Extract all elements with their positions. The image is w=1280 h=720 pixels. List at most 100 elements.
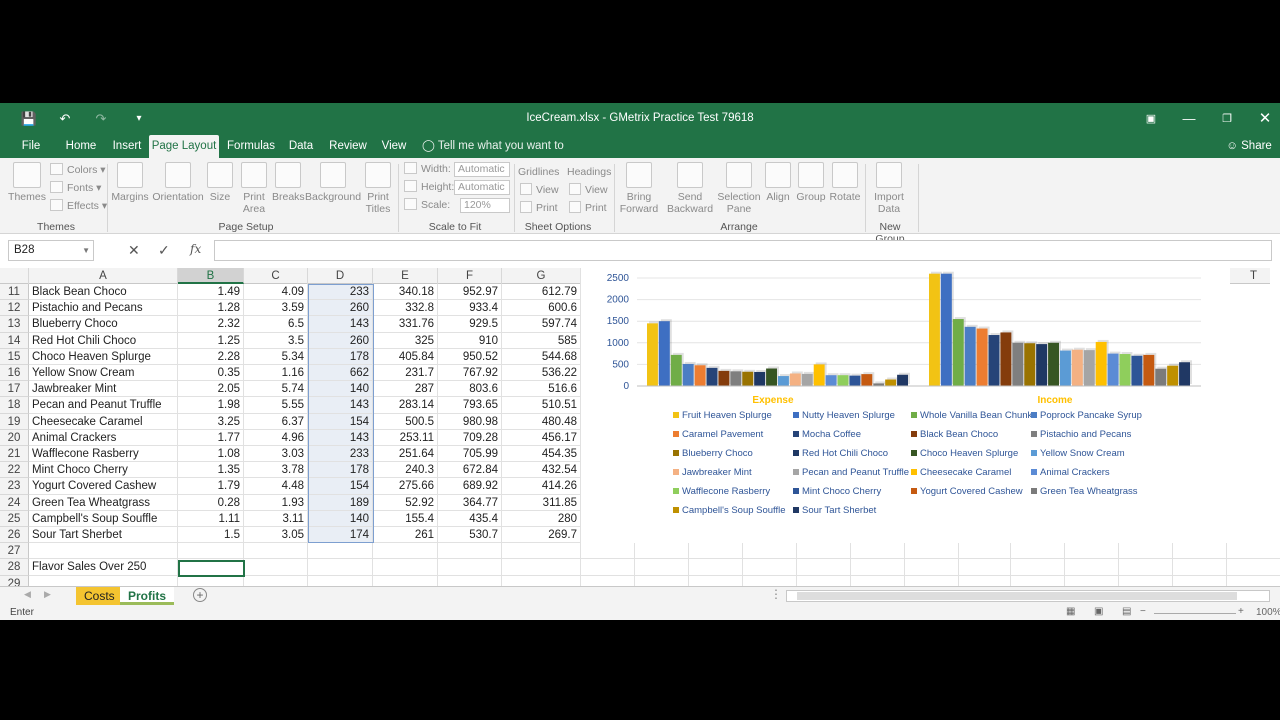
row-header[interactable]: 23 bbox=[0, 478, 29, 495]
insert-function-icon[interactable]: fx bbox=[190, 242, 201, 256]
cell-a[interactable]: Pecan and Peanut Truffle bbox=[29, 397, 178, 414]
cell-c[interactable]: 4.09 bbox=[244, 284, 308, 301]
cell-a[interactable]: Green Tea Wheatgrass bbox=[29, 494, 178, 511]
share-button[interactable]: ☺ Share bbox=[1226, 135, 1272, 158]
chevron-down-icon[interactable]: ▼ bbox=[82, 241, 90, 260]
cell-c[interactable]: 1.16 bbox=[244, 365, 308, 382]
cell-e[interactable]: 500.5 bbox=[373, 413, 438, 430]
name-box[interactable]: B28 ▼ bbox=[8, 240, 94, 261]
cell-c[interactable]: 5.34 bbox=[244, 348, 308, 365]
cell-a[interactable]: Yellow Snow Cream bbox=[29, 365, 178, 382]
headings-print-checkbox[interactable]: Print bbox=[569, 200, 607, 216]
colors-button[interactable]: Colors ▾ bbox=[50, 162, 106, 178]
row-header[interactable]: 19 bbox=[0, 413, 29, 430]
cell-c[interactable]: 5.55 bbox=[244, 397, 308, 414]
cell-b[interactable]: 0.35 bbox=[178, 365, 244, 382]
column-header-b[interactable]: B bbox=[178, 268, 244, 284]
selection-pane-button[interactable]: Selection Pane bbox=[716, 162, 762, 215]
restore-icon[interactable]: ❐ bbox=[1218, 110, 1236, 128]
cell-e[interactable]: 240.3 bbox=[373, 462, 438, 479]
fonts-button[interactable]: Fonts ▾ bbox=[50, 180, 101, 196]
cell-f[interactable]: 980.98 bbox=[438, 413, 502, 430]
tab-view[interactable]: View bbox=[377, 135, 411, 158]
cell-f[interactable]: 767.92 bbox=[438, 365, 502, 382]
cell-d[interactable]: 178 bbox=[308, 462, 373, 479]
cell-b[interactable]: 1.25 bbox=[178, 332, 244, 349]
sheet-tab-profits[interactable]: Profits bbox=[120, 587, 175, 605]
cell-d[interactable] bbox=[308, 543, 373, 560]
cell-f[interactable]: 530.7 bbox=[438, 527, 502, 544]
close-icon[interactable]: ✕ bbox=[1256, 110, 1274, 128]
page-break-view-icon[interactable]: ▤ bbox=[1122, 606, 1131, 617]
formula-input[interactable] bbox=[214, 240, 1272, 261]
cell-g[interactable]: 414.26 bbox=[502, 478, 581, 495]
print-area-button[interactable]: Print Area bbox=[238, 162, 270, 215]
column-header-t[interactable]: T bbox=[1227, 268, 1280, 284]
tab-page-layout[interactable]: Page Layout bbox=[149, 135, 219, 158]
cell-d[interactable]: 143 bbox=[308, 429, 373, 446]
page-layout-view-icon[interactable]: ▣ bbox=[1094, 606, 1103, 617]
background-button[interactable]: Background bbox=[305, 162, 361, 203]
cell-e[interactable]: 405.84 bbox=[373, 348, 438, 365]
row-header[interactable]: 24 bbox=[0, 494, 29, 511]
empty-cell[interactable] bbox=[581, 559, 635, 576]
empty-cell[interactable] bbox=[1227, 543, 1280, 560]
row-header[interactable]: 12 bbox=[0, 300, 29, 317]
cell-g[interactable] bbox=[502, 559, 581, 576]
scrollbar-thumb[interactable] bbox=[797, 592, 1237, 600]
empty-cell[interactable] bbox=[905, 559, 959, 576]
cell-c[interactable]: 6.37 bbox=[244, 413, 308, 430]
cell-b[interactable]: 1.49 bbox=[178, 284, 244, 301]
normal-view-icon[interactable]: ▦ bbox=[1066, 606, 1075, 617]
row-header[interactable]: 17 bbox=[0, 381, 29, 398]
cell-b[interactable]: 1.79 bbox=[178, 478, 244, 495]
cell-e[interactable]: 325 bbox=[373, 332, 438, 349]
import-data-button[interactable]: Import Data bbox=[868, 162, 910, 215]
cell-c[interactable]: 4.96 bbox=[244, 429, 308, 446]
cell-a[interactable]: Pistachio and Pecans bbox=[29, 300, 178, 317]
cell-f[interactable]: 933.4 bbox=[438, 300, 502, 317]
cell-c[interactable] bbox=[244, 559, 308, 576]
next-sheet-icon[interactable]: ▶ bbox=[44, 589, 51, 600]
cell-d[interactable]: 140 bbox=[308, 510, 373, 527]
prev-sheet-icon[interactable]: ◀ bbox=[24, 589, 31, 600]
cell-f[interactable]: 435.4 bbox=[438, 510, 502, 527]
row-header[interactable]: 21 bbox=[0, 446, 29, 463]
select-all-corner[interactable] bbox=[0, 268, 29, 284]
gridlines-print-checkbox[interactable]: Print bbox=[520, 200, 558, 216]
column-header-f[interactable]: F bbox=[438, 268, 502, 284]
cell-g[interactable]: 432.54 bbox=[502, 462, 581, 479]
cell-d[interactable]: 154 bbox=[308, 478, 373, 495]
cell-g[interactable]: 480.48 bbox=[502, 413, 581, 430]
cell-b[interactable]: 2.05 bbox=[178, 381, 244, 398]
cell-g[interactable]: 311.85 bbox=[502, 494, 581, 511]
cell-e[interactable]: 331.76 bbox=[373, 316, 438, 333]
cell-c[interactable]: 3.11 bbox=[244, 510, 308, 527]
zoom-in-icon[interactable]: + bbox=[1238, 606, 1244, 617]
cell-f[interactable]: 952.97 bbox=[438, 284, 502, 301]
enter-checkmark-icon[interactable]: ✓ bbox=[158, 242, 170, 259]
cell-f[interactable]: 910 bbox=[438, 332, 502, 349]
row-header[interactable]: 28 bbox=[0, 559, 29, 576]
column-header-c[interactable]: C bbox=[244, 268, 308, 284]
cell-d[interactable]: 154 bbox=[308, 413, 373, 430]
cell-d[interactable] bbox=[308, 559, 373, 576]
cell-e[interactable] bbox=[373, 559, 438, 576]
cell-g[interactable]: 536.22 bbox=[502, 365, 581, 382]
active-cell-b28[interactable] bbox=[178, 560, 245, 577]
cell-a[interactable]: Choco Heaven Splurge bbox=[29, 348, 178, 365]
tab-home[interactable]: Home bbox=[62, 135, 100, 158]
cell-c[interactable]: 3.59 bbox=[244, 300, 308, 317]
cell-e[interactable]: 275.66 bbox=[373, 478, 438, 495]
themes-button[interactable]: Themes bbox=[8, 162, 46, 203]
cancel-icon[interactable]: ✕ bbox=[128, 242, 140, 259]
cell-c[interactable]: 3.03 bbox=[244, 446, 308, 463]
cell-a[interactable]: Wafflecone Rasberry bbox=[29, 446, 178, 463]
cell-d[interactable]: 143 bbox=[308, 397, 373, 414]
cell-f[interactable]: 793.65 bbox=[438, 397, 502, 414]
cell-b[interactable]: 1.98 bbox=[178, 397, 244, 414]
cell-f[interactable]: 705.99 bbox=[438, 446, 502, 463]
row-header[interactable]: 14 bbox=[0, 332, 29, 349]
cell-d[interactable]: 143 bbox=[308, 316, 373, 333]
horizontal-scrollbar[interactable] bbox=[786, 590, 1270, 602]
